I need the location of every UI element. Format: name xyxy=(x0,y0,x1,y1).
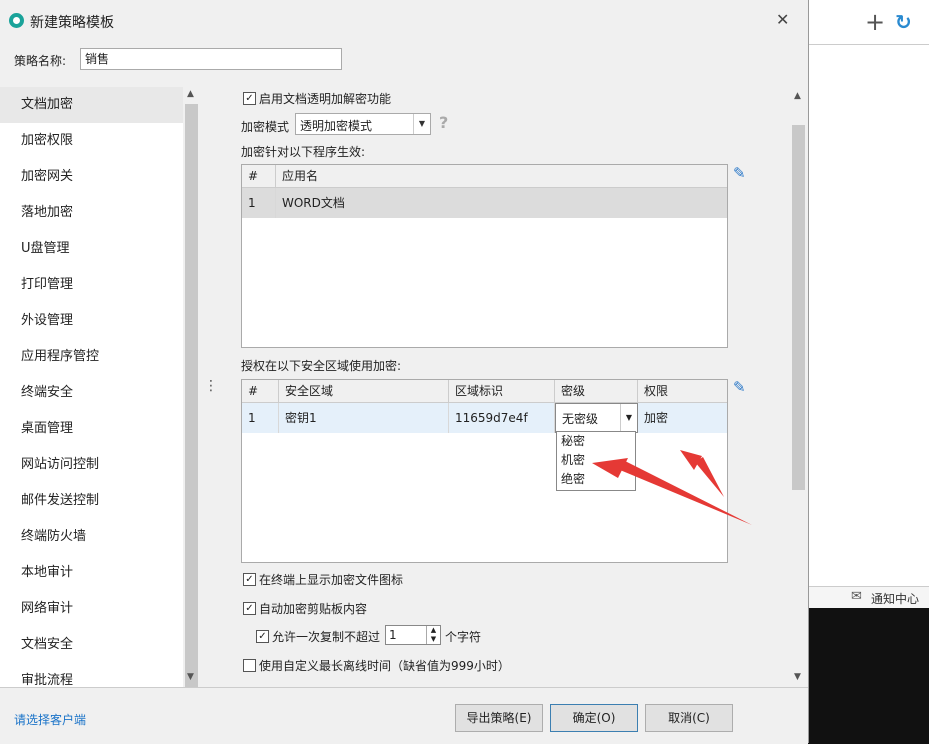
annotation-arrows xyxy=(592,450,752,525)
red-arrow-to-option xyxy=(592,458,752,525)
red-arrow-to-permission xyxy=(680,450,724,497)
